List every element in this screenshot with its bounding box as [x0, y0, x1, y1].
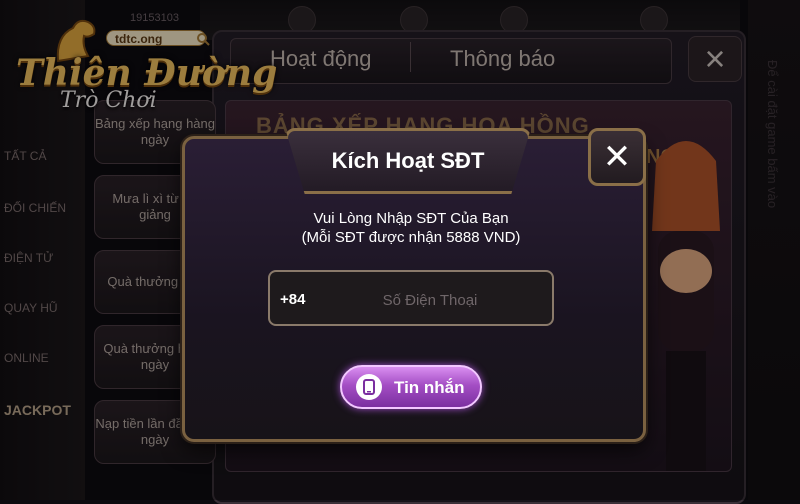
sms-button[interactable]: Tin nhắn: [340, 365, 482, 409]
modal-reward-note: (Mỗi SĐT được nhận 5888 VND): [301, 229, 521, 246]
phone-icon: [356, 374, 382, 400]
modal-instruction: Vui Lòng Nhập SĐT Của Bạn: [313, 210, 509, 227]
modal-header: Kích Hoạt SĐT: [285, 128, 531, 194]
close-icon: ✕: [602, 138, 632, 176]
modal-close-button[interactable]: ✕: [588, 128, 646, 186]
modal-title: Kích Hoạt SĐT: [331, 148, 485, 173]
sms-button-label: Tin nhắn: [394, 378, 465, 397]
country-code: +84: [280, 291, 306, 308]
phone-input[interactable]: [310, 284, 550, 316]
